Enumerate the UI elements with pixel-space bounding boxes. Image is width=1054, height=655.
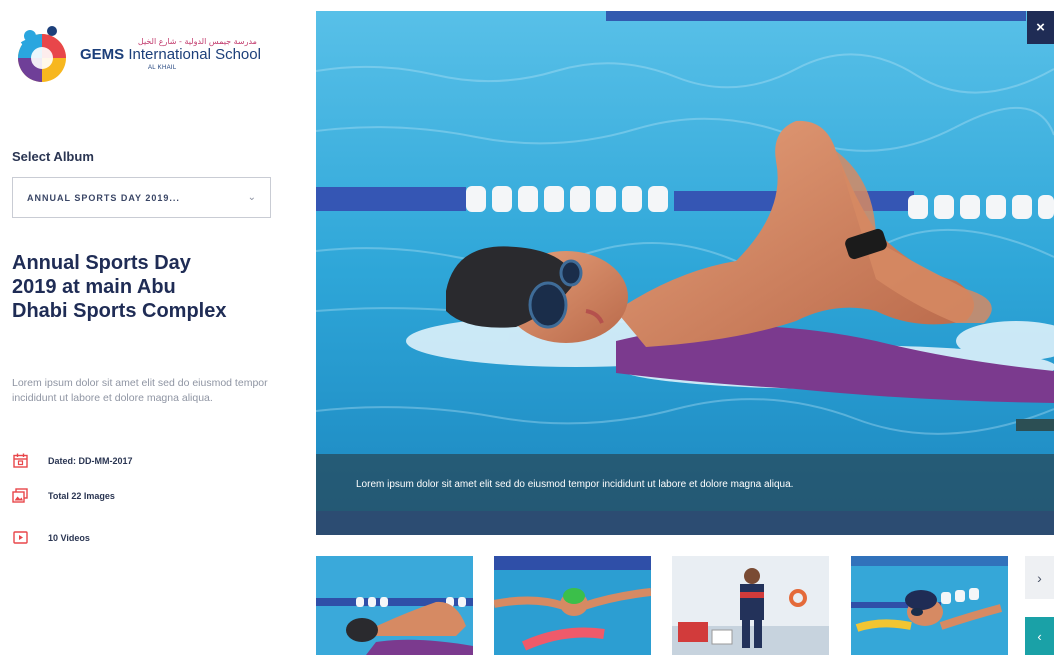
album-title: Annual Sports Day 2019 at main Abu Dhabi… [12,252,227,322]
album-select[interactable]: ANNUAL SPORTS DAY 2019... ⌄ [12,177,271,218]
image-caption: Lorem ipsum dolor sit amet elit sed do e… [316,454,1054,535]
calendar-icon [12,453,28,468]
chevron-down-icon: ⌄ [247,192,256,203]
sidebar: مدرسة جيمس الدولية - شارع الخيل GEMS Int… [0,0,300,655]
school-logo[interactable]: مدرسة جيمس الدولية - شارع الخيل GEMS Int… [12,20,282,90]
thumbnail-4[interactable] [851,556,1008,655]
album-date-text: Dated: DD-MM-2017 [48,455,133,466]
thumbnail-3[interactable] [672,556,829,655]
logo-school-name: GEMS International School [80,45,261,63]
chevron-right-icon: › [1037,569,1042,586]
close-button[interactable]: × [1027,11,1054,44]
logo-campus: AL KHAIL [148,65,177,72]
chevron-left-icon: ‹ [1037,628,1042,644]
album-image-count-text: Total 22 Images [48,490,115,501]
gems-logo-icon [12,24,72,86]
close-icon: × [1036,19,1045,36]
album-video-count: 10 Videos [12,530,90,545]
carousel-next-button[interactable]: › [1025,556,1054,599]
album-image-count: Total 22 Images [12,488,115,503]
thumbnail-2[interactable] [494,556,651,655]
thumbnail-swimmer-freestyle [316,556,473,655]
thumbnail-1[interactable] [316,556,473,655]
main-image-viewer[interactable]: Lorem ipsum dolor sit amet elit sed do e… [316,11,1054,535]
video-icon [12,530,28,545]
album-description: Lorem ipsum dolor sit amet elit sed do e… [12,377,268,404]
album-date: Dated: DD-MM-2017 [12,453,133,468]
thumbnail-swimmer-breathing [851,556,1008,655]
album-select-value: ANNUAL SPORTS DAY 2019... [27,192,180,203]
carousel-prev-button[interactable]: ‹ [1025,617,1054,655]
image-caption-text: Lorem ipsum dolor sit amet elit sed do e… [356,479,794,490]
thumbnail-coach-poolside [672,556,829,655]
select-album-label: Select Album [12,149,94,164]
images-icon [12,488,28,503]
album-video-count-text: 10 Videos [48,532,90,543]
thumbnail-swimmer-butterfly [494,556,651,655]
